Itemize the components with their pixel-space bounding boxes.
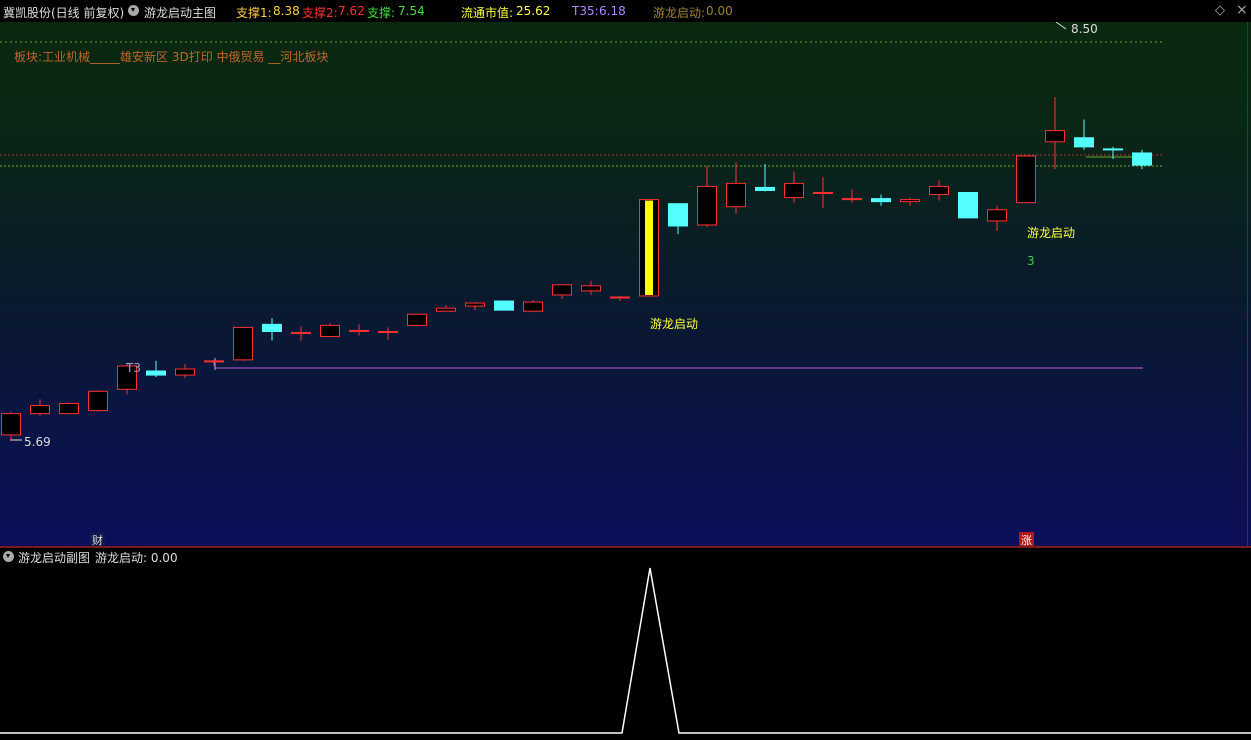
candle-body	[523, 301, 543, 312]
high-price-label: 8.50	[1071, 22, 1098, 36]
mcap-value: 25.62	[516, 4, 551, 18]
start-value: 0.00	[706, 4, 733, 18]
candle-body	[494, 300, 514, 311]
support-value: 7.54	[398, 4, 425, 18]
candle-body	[30, 405, 50, 415]
candle-body	[1016, 155, 1036, 204]
right-border	[1247, 22, 1248, 547]
candle-body	[755, 186, 775, 191]
candle-body	[581, 285, 601, 292]
diamond-icon[interactable]: ◇	[1215, 3, 1225, 18]
candle-body	[900, 199, 920, 203]
close-icon[interactable]: ×	[1236, 2, 1248, 18]
support2-value: 7.62	[338, 4, 365, 18]
sub-chart-panel[interactable]: 游龙启动副图 游龙启动: 0.00	[0, 548, 1251, 740]
candle-body	[1132, 152, 1152, 166]
main-header: 冀凯股份(日线 前复权) 游龙启动主图 支撑1: 8.38 支撑2: 7.62 …	[0, 0, 1251, 22]
sub-indicator-value: 游龙启动: 0.00	[95, 551, 178, 565]
t3-label: T3	[126, 361, 141, 375]
candle-body	[1045, 130, 1065, 143]
candle-body	[407, 313, 427, 326]
candle-body	[552, 284, 572, 296]
main-chart-panel[interactable]: 板块:工业机械_____雄安新区 3D打印 中俄贸易 __河北板块 8.50 5…	[0, 0, 1251, 548]
indicator-name[interactable]: 游龙启动主图	[144, 4, 216, 21]
candle-body	[465, 302, 485, 307]
signal-bar	[645, 200, 653, 295]
candle-body	[59, 402, 79, 415]
sub-indicator-name[interactable]: 游龙启动副图	[18, 549, 90, 566]
signal-line	[0, 567, 1251, 734]
candle-body	[842, 198, 862, 201]
candle-body	[697, 185, 717, 226]
signal-label-2: 游龙启动	[1027, 226, 1076, 240]
support2-label: 支撑2:	[302, 6, 338, 20]
signal-label-1: 游龙启动	[650, 317, 699, 331]
candle-body	[668, 203, 688, 227]
candle-body	[1103, 148, 1123, 151]
low-price-label: 5.69	[24, 435, 51, 449]
candle-body	[987, 209, 1007, 222]
candle-body	[958, 192, 978, 219]
start-label: 游龙启动:	[653, 6, 706, 20]
high-marker	[1055, 21, 1067, 30]
support1-value: 8.38	[273, 4, 300, 18]
candle-body	[175, 368, 195, 376]
sector-label: 板块:工业机械_____雄安新区 3D打印 中俄贸易 __河北板块	[14, 50, 329, 64]
candle-body	[233, 326, 253, 361]
mcap-label: 流通市值:	[461, 6, 514, 20]
candle-body	[349, 329, 369, 332]
count-label: 3	[1027, 254, 1035, 268]
candle-body	[378, 330, 398, 333]
candle-body	[784, 182, 804, 199]
candle-body	[610, 296, 630, 299]
candle-body	[88, 390, 108, 412]
support-label: 支撑:	[367, 6, 396, 20]
stock-title[interactable]: 冀凯股份(日线 前复权)	[3, 4, 124, 21]
candle-body	[1, 413, 21, 436]
candle-body	[291, 331, 311, 334]
support1-label: 支撑1:	[236, 6, 272, 20]
candlestick-chart[interactable]	[0, 0, 1251, 547]
sub-dropdown-icon[interactable]	[3, 551, 14, 562]
dropdown-icon[interactable]	[128, 5, 139, 16]
candle-body	[929, 185, 949, 196]
candle-body	[320, 324, 340, 338]
t35-label: T35:	[572, 4, 599, 18]
candle-body	[726, 182, 746, 208]
signal-chart	[0, 567, 1251, 734]
candle-body	[204, 360, 224, 363]
t35-value: 6.18	[599, 4, 626, 18]
candle-body	[813, 192, 833, 195]
candle-body	[1074, 137, 1094, 148]
candle-body	[262, 323, 282, 332]
candle-body	[871, 198, 891, 203]
candle-body	[436, 307, 456, 312]
candle-body	[146, 370, 166, 376]
